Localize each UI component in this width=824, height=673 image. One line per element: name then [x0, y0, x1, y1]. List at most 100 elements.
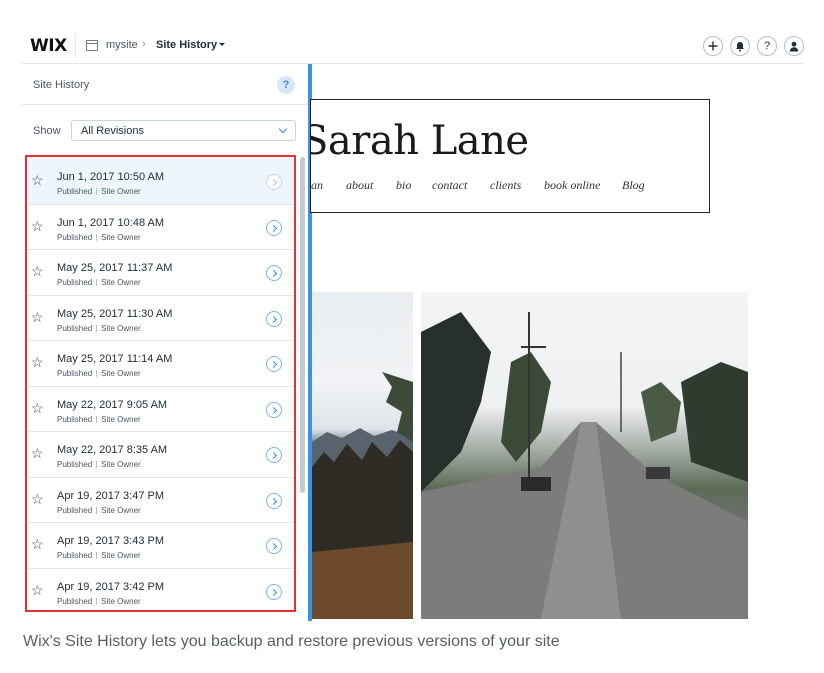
- meta-separator: [96, 552, 98, 559]
- revision-author: Site Owner: [101, 187, 141, 196]
- panel-title: Site History: [33, 79, 90, 91]
- breadcrumb-site[interactable]: mysite: [106, 39, 138, 51]
- revision-status: Published: [57, 187, 93, 196]
- site-nav: an about bio contact clients book online…: [311, 178, 709, 194]
- meta-separator: [96, 370, 98, 377]
- star-icon[interactable]: ☆: [31, 173, 44, 187]
- revision-list-scrollbar[interactable]: [300, 157, 306, 609]
- meta-separator: [96, 597, 98, 605]
- revision-date: May 25, 2017 11:14 AM: [57, 353, 173, 365]
- revision-row[interactable]: ☆ Jun 1, 2017 10:48 AM Published Site Owner: [28, 205, 296, 250]
- revision-row[interactable]: ☆ May 25, 2017 11:14 AM Published Site Owne…: [28, 341, 296, 387]
- star-icon[interactable]: ☆: [31, 264, 44, 278]
- revision-status: Published: [57, 505, 93, 515]
- revision-row[interactable]: ☆ May 22, 2017 9:05 AM Published Site Owner: [28, 387, 296, 432]
- revision-date: Jun 1, 2017 10:50 AM: [57, 171, 165, 183]
- revision-author: Site Owner: [101, 596, 141, 606]
- site-icon: [86, 40, 98, 51]
- revision-date: Apr 19, 2017 3:42 PM: [57, 580, 165, 593]
- revision-meta: Published Site Owner: [57, 369, 141, 378]
- star-icon[interactable]: ☆: [31, 401, 44, 415]
- panel-help-button[interactable]: ?: [277, 76, 295, 94]
- revision-list: ☆ Jun 1, 2017 10:50 AM Published Site Owner…: [28, 159, 296, 611]
- site-nav-item[interactable]: an: [311, 178, 323, 193]
- star-icon[interactable]: ☆: [31, 446, 44, 460]
- bell-icon[interactable]: [730, 36, 750, 56]
- revision-date: May 22, 2017 8:35 AM: [57, 444, 168, 456]
- image-caption: Wix's Site History lets you backup and r…: [23, 633, 560, 650]
- chevron-right-icon[interactable]: [266, 219, 282, 236]
- revision-row[interactable]: ☆ Apr 19, 2017 3:47 PM Published Site Owner: [28, 478, 296, 523]
- meta-separator: [96, 324, 98, 332]
- revision-row[interactable]: ☆ Apr 19, 2017 3:42 PM Published Site Owner: [28, 569, 296, 612]
- street-photo: [421, 292, 748, 619]
- mountain-photo: [312, 292, 413, 619]
- chevron-right-icon[interactable]: [266, 265, 282, 281]
- revision-status: Published: [57, 551, 93, 560]
- revision-row[interactable]: ☆ Apr 19, 2017 3:43 PM Published Site Owner: [28, 523, 296, 569]
- wix-logo: WIX: [30, 36, 67, 56]
- revision-date: May 25, 2017 11:30 AM: [57, 307, 173, 320]
- help-icon[interactable]: ?: [757, 36, 777, 56]
- revision-row[interactable]: ☆ Jun 1, 2017 10:50 AM Published Site Owner: [28, 159, 296, 205]
- chevron-right-icon[interactable]: [266, 447, 282, 463]
- revision-status: Published: [57, 323, 93, 333]
- user-icon[interactable]: [784, 36, 804, 56]
- site-nav-item[interactable]: clients: [490, 178, 521, 193]
- revision-row[interactable]: ☆ May 22, 2017 8:35 AM Published Site Owner: [28, 432, 296, 478]
- chevron-right-icon[interactable]: [266, 401, 282, 418]
- meta-separator: [96, 415, 98, 423]
- site-nav-item[interactable]: contact: [432, 178, 467, 193]
- breadcrumb-current-page[interactable]: Site History: [156, 39, 217, 51]
- revision-status: Published: [57, 414, 93, 424]
- site-nav-item[interactable]: Blog: [622, 178, 645, 193]
- meta-separator: [96, 188, 98, 195]
- chevron-right-icon[interactable]: [266, 174, 282, 190]
- star-icon[interactable]: ☆: [31, 219, 44, 233]
- star-icon[interactable]: ☆: [31, 355, 44, 369]
- revision-status: Published: [57, 460, 93, 469]
- revision-status: Published: [57, 369, 93, 378]
- scrollbar-thumb[interactable]: [300, 157, 305, 493]
- revision-date: May 25, 2017 11:37 AM: [57, 262, 173, 274]
- breadcrumb-separator: ›: [142, 38, 146, 50]
- chevron-down-icon: [278, 124, 288, 134]
- revision-filter-select[interactable]: All Revisions: [71, 120, 296, 141]
- revision-date: Apr 19, 2017 3:47 PM: [57, 489, 165, 502]
- caret-down-icon[interactable]: [219, 43, 225, 46]
- revision-row[interactable]: ☆ May 25, 2017 11:37 AM Published Site Owne…: [28, 250, 296, 296]
- revision-author: Site Owner: [101, 369, 141, 378]
- revision-date: Apr 19, 2017 3:43 PM: [57, 535, 165, 547]
- star-icon[interactable]: ☆: [31, 492, 44, 506]
- revision-filter-value: All Revisions: [81, 125, 144, 137]
- show-label: Show: [33, 125, 61, 137]
- revision-meta: Published Site Owner: [57, 460, 141, 469]
- site-nav-item[interactable]: about: [346, 178, 373, 193]
- site-header-box: Sarah Lane an about bio contact clients …: [310, 99, 710, 213]
- star-icon[interactable]: ☆: [31, 537, 44, 551]
- revision-row[interactable]: ☆ May 25, 2017 11:30 AM Published Site Owne…: [28, 296, 296, 341]
- revision-status: Published: [57, 596, 93, 606]
- editor-top-bar: WIX mysite › Site History ?: [22, 28, 804, 64]
- revision-date: Jun 1, 2017 10:48 AM: [57, 216, 165, 229]
- chevron-right-icon[interactable]: [266, 356, 282, 372]
- site-nav-item[interactable]: bio: [396, 178, 411, 193]
- chevron-right-icon[interactable]: [266, 583, 282, 600]
- chevron-right-icon[interactable]: [266, 492, 282, 509]
- revision-meta: Published Site Owner: [57, 415, 141, 424]
- meta-separator: [96, 279, 98, 286]
- revision-status: Published: [57, 232, 93, 242]
- site-nav-item[interactable]: book online: [544, 178, 600, 193]
- star-icon[interactable]: ☆: [31, 310, 44, 324]
- star-icon[interactable]: ☆: [31, 583, 44, 597]
- chevron-right-icon[interactable]: [266, 310, 282, 327]
- revision-author: Site Owner: [101, 278, 141, 287]
- revision-meta: Published Site Owner: [57, 187, 141, 196]
- panel-divider: [22, 104, 308, 105]
- topbar-divider: [75, 34, 76, 58]
- revision-meta: Published Site Owner: [57, 233, 141, 242]
- plus-icon[interactable]: [703, 36, 723, 56]
- revision-author: Site Owner: [101, 460, 141, 469]
- chevron-right-icon[interactable]: [266, 538, 282, 554]
- revision-date: May 22, 2017 9:05 AM: [57, 398, 168, 411]
